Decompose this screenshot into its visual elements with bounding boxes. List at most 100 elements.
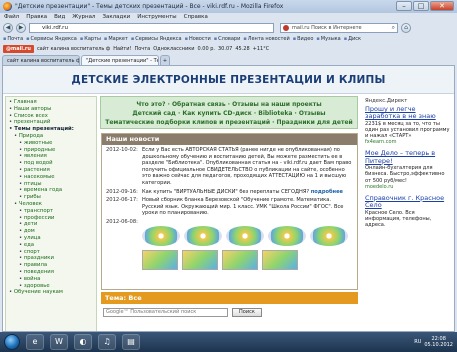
sidebar-item[interactable]: война bbox=[9, 276, 93, 283]
sidebar-item[interactable]: животные bbox=[9, 140, 93, 147]
home-icon[interactable]: ⌂ bbox=[401, 23, 411, 33]
presentation-thumbnail[interactable] bbox=[182, 249, 218, 270]
sidebar-item[interactable]: птицы bbox=[9, 181, 93, 188]
language-indicator[interactable]: RU bbox=[414, 339, 421, 345]
menu-edit[interactable]: Правка bbox=[26, 13, 47, 22]
sidebar-item[interactable]: дом bbox=[9, 228, 93, 235]
ad-url[interactable]: fx4earn.com bbox=[365, 139, 451, 145]
toolbar-mail[interactable]: Почта bbox=[134, 44, 150, 54]
sidebar-item[interactable]: Природа bbox=[9, 133, 93, 140]
bookmark-item[interactable]: Музыка bbox=[316, 35, 341, 44]
bookmark-item[interactable]: Диск bbox=[344, 35, 361, 44]
maximize-button[interactable]: □ bbox=[413, 1, 429, 11]
taskbar-app-media[interactable]: ♫ bbox=[98, 334, 116, 350]
cd-disc-image[interactable] bbox=[142, 225, 180, 246]
news-item: 2012-06-17: Новый сборник бланка Березов… bbox=[102, 195, 357, 217]
sidebar-item[interactable]: Обучение наукам bbox=[9, 289, 93, 296]
sidebar-item[interactable]: здоровье bbox=[9, 283, 93, 290]
new-tab-button[interactable]: + bbox=[160, 55, 170, 65]
tab-presentations[interactable]: "Детские презентации" - Темы детс... bbox=[81, 55, 159, 65]
search-input[interactable]: mail.ru Поиск в Интернете ⌕ bbox=[280, 23, 398, 33]
news-date: 2012-06-17: bbox=[106, 197, 138, 204]
url-text: viki.rdf.ru bbox=[42, 25, 68, 31]
back-button[interactable]: ◀ bbox=[3, 23, 13, 33]
more-link[interactable]: подробнее bbox=[311, 189, 343, 195]
bookmark-item[interactable]: Почта bbox=[3, 35, 23, 44]
sidebar-item[interactable]: Главная bbox=[9, 99, 93, 106]
sidebar-item[interactable]: времена года bbox=[9, 187, 93, 194]
taskbar-app-ie[interactable]: e bbox=[26, 334, 44, 350]
minimize-button[interactable]: – bbox=[396, 1, 412, 11]
sidebar-item[interactable]: под водой bbox=[9, 160, 93, 167]
bookmark-item[interactable]: Маркет bbox=[104, 35, 128, 44]
toolbar-balance[interactable]: 0.00 р. bbox=[198, 44, 216, 54]
menu-file[interactable]: Файл bbox=[4, 13, 19, 22]
address-bar[interactable]: viki.rdf.ru bbox=[29, 23, 274, 33]
ad-title[interactable]: Мое Дело – теперь в Питере! bbox=[365, 150, 451, 165]
sidebar-item[interactable]: правила bbox=[9, 262, 93, 269]
taskbar-app-word[interactable]: W bbox=[50, 334, 68, 350]
google-search-input[interactable]: Google™ Пользовательский поиск bbox=[103, 307, 228, 317]
toolbar-rate-eur[interactable]: 45.28 bbox=[235, 44, 249, 54]
sidebar-item[interactable]: растения bbox=[9, 167, 93, 174]
bookmark-item[interactable]: Сервисы Яндекса bbox=[131, 35, 181, 44]
sidebar-item[interactable]: еда bbox=[9, 242, 93, 249]
menu-bookmarks[interactable]: Закладки bbox=[102, 13, 130, 22]
menu-tools[interactable]: Инструменты bbox=[137, 13, 176, 22]
presentation-thumbnail[interactable] bbox=[142, 249, 178, 270]
sidebar-item[interactable]: поведения bbox=[9, 269, 93, 276]
menu-view[interactable]: Вид bbox=[54, 13, 65, 22]
sidebar-item[interactable]: праздники bbox=[9, 255, 93, 262]
cd-disc-image[interactable] bbox=[184, 225, 222, 246]
navigation-bar: ◀ ▶ viki.rdf.ru mail.ru Поиск в Интернет… bbox=[0, 22, 457, 34]
sidebar-item[interactable]: спорт bbox=[9, 249, 93, 256]
bookmark-item[interactable]: Сервисы Яндекса bbox=[26, 35, 77, 44]
clock[interactable]: 22:08 05.10.2012 bbox=[424, 336, 453, 348]
bookmark-item[interactable]: Словари bbox=[214, 35, 240, 44]
ads-header[interactable]: Яндекс.Директ bbox=[365, 98, 451, 104]
ad-url[interactable]: moedelo.ru bbox=[365, 184, 451, 190]
bookmark-item[interactable]: Видео bbox=[293, 35, 313, 44]
google-search: Google™ Пользовательский поиск Поиск bbox=[101, 306, 358, 318]
sidebar-item[interactable]: Человек bbox=[9, 201, 93, 208]
sidebar-item[interactable]: профессии bbox=[9, 215, 93, 222]
cd-disc-image[interactable] bbox=[268, 225, 306, 246]
sidebar-item[interactable]: транспорт bbox=[9, 208, 93, 215]
bookmark-item[interactable]: Лента новостей bbox=[243, 35, 290, 44]
cd-disc-image[interactable] bbox=[310, 225, 348, 246]
presentation-thumbnail[interactable] bbox=[222, 249, 258, 270]
taskbar-app-firefox[interactable]: ◐ bbox=[74, 334, 92, 350]
top-link-row[interactable]: Детский сад · Как купить CD-диск · Bibli… bbox=[101, 109, 357, 118]
bookmark-item[interactable]: Новости bbox=[185, 35, 211, 44]
top-link-row[interactable]: Тематические подборки клипов и презентац… bbox=[101, 118, 357, 127]
menu-help[interactable]: Справка bbox=[184, 13, 208, 22]
toolbar-rate-usd[interactable]: 30.07 bbox=[218, 44, 232, 54]
top-link-row[interactable]: Что это? · Обратная связь · Отзывы на на… bbox=[101, 100, 357, 109]
sidebar-item[interactable]: природные bbox=[9, 147, 93, 154]
sidebar-item[interactable]: дети bbox=[9, 221, 93, 228]
start-button[interactable] bbox=[4, 334, 20, 350]
toolbar-search-field[interactable]: сайт калина воспитатель ф bbox=[37, 44, 110, 54]
ad-title[interactable]: Прошу и легче заработка в не знаю bbox=[365, 105, 451, 121]
sidebar-item[interactable]: Наши авторы bbox=[9, 106, 93, 113]
search-icon[interactable]: ⌕ bbox=[392, 24, 395, 32]
cd-disc-image[interactable] bbox=[226, 225, 264, 246]
sidebar-item[interactable]: грибы bbox=[9, 194, 93, 201]
bookmark-item[interactable]: Карты bbox=[80, 35, 101, 44]
menu-history[interactable]: Журнал bbox=[72, 13, 95, 22]
taskbar-app-explorer[interactable]: ▤ bbox=[122, 334, 140, 350]
sidebar-item[interactable]: улица bbox=[9, 235, 93, 242]
toolbar-weather[interactable]: +11°C bbox=[253, 44, 270, 54]
google-search-button[interactable]: Поиск bbox=[232, 307, 262, 317]
forward-button[interactable]: ▶ bbox=[16, 23, 26, 33]
close-button[interactable]: ✕ bbox=[430, 1, 454, 11]
mailru-logo[interactable]: @mail.ru bbox=[3, 45, 34, 53]
toolbar-odnoklassniki[interactable]: Одноклассники bbox=[153, 44, 194, 54]
tab-kalina[interactable]: сайт калина воспитатель фрунзенс... bbox=[2, 55, 80, 65]
ad-title[interactable]: Справочник г. Красное Село bbox=[365, 194, 451, 210]
sidebar-item[interactable]: насекомые bbox=[9, 174, 93, 181]
toolbar-find-button[interactable]: Найти! bbox=[113, 44, 131, 54]
presentation-thumbnail[interactable] bbox=[262, 249, 298, 270]
title-bar: "Детские презентации" - Темы детских пре… bbox=[0, 0, 457, 13]
ad-body: Онлайн-бухгалтерия для бизнеса. Быстро,э… bbox=[365, 165, 445, 184]
